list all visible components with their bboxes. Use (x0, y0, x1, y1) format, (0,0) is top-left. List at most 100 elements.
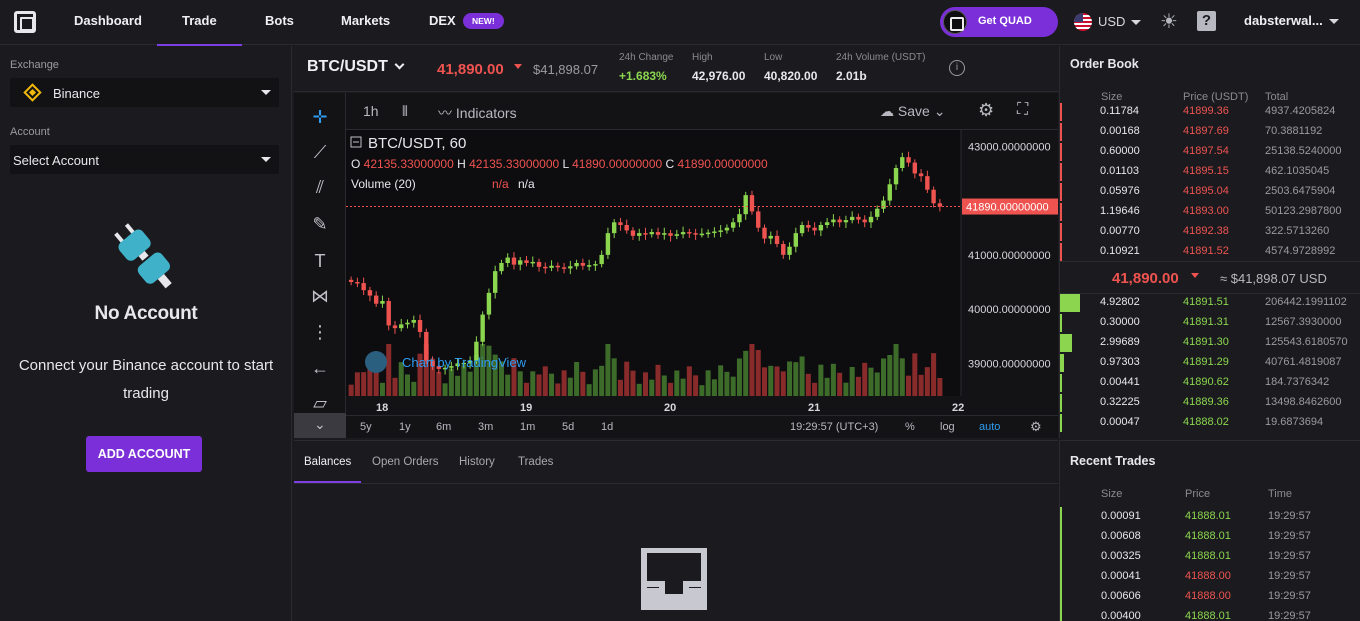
pitchfork-icon[interactable]: ⫽ (308, 175, 332, 199)
tab-trades[interactable]: Trades (518, 456, 553, 468)
depth-bar (1060, 163, 1062, 181)
tab-history[interactable]: History (459, 456, 495, 468)
row-price: 41893.00 (1183, 205, 1229, 217)
text-tool-icon[interactable]: T (308, 249, 332, 273)
volume-legend[interactable]: Volume (20) (351, 177, 416, 191)
volume-bar (386, 344, 392, 396)
ruler-icon[interactable]: ▱ (308, 391, 332, 415)
save-button[interactable]: ☁ Save ⌄ (880, 103, 945, 120)
pattern-icon[interactable]: ⋈ (308, 284, 332, 308)
chevron-down-icon: ⌄ (314, 416, 326, 432)
order-book-row[interactable]: 0.00168 41897.69 70.3881192 (1060, 122, 1360, 142)
crosshair-icon[interactable]: ✛ (308, 105, 332, 129)
measure-icon[interactable]: ⋮ (308, 320, 332, 344)
back-arrow-icon[interactable]: ← (308, 356, 332, 380)
theme-toggle-icon[interactable]: ☀ (1160, 12, 1178, 32)
pair-selector[interactable]: BTC/USDT (307, 58, 405, 76)
brush-icon[interactable]: ✎ (308, 212, 332, 236)
plug-icon (114, 223, 172, 289)
range-1y[interactable]: 1y (399, 421, 411, 433)
fullscreen-icon[interactable]: ⛶ (1017, 101, 1028, 119)
candle (580, 263, 586, 266)
get-quad-button[interactable]: Get QUAD (940, 7, 1058, 37)
order-book-row[interactable]: 0.32225 41889.36 13498.8462600 (1060, 393, 1360, 413)
volume-bar (480, 344, 486, 396)
volume-bar (530, 371, 536, 396)
row-total: 125543.6180570 (1265, 336, 1348, 348)
exchange-select[interactable]: Binance (10, 78, 279, 107)
auto-toggle[interactable]: auto (979, 421, 1000, 433)
user-menu[interactable]: dabsterwal... (1244, 13, 1339, 28)
nav-markets[interactable]: Markets (341, 13, 390, 28)
nav-dashboard[interactable]: Dashboard (74, 13, 142, 28)
range-5y[interactable]: 5y (360, 421, 372, 433)
candle (762, 227, 767, 239)
toolbar-collapse-button[interactable]: ⌄ (294, 413, 346, 438)
chevron-down-icon (261, 90, 271, 95)
order-book-row[interactable]: 0.30000 41891.31 12567.3930000 (1060, 313, 1360, 333)
depth-bar (1060, 294, 1080, 312)
order-book-row[interactable]: 0.00770 41892.38 322.5713260 (1060, 222, 1360, 242)
order-book-row[interactable]: 0.11784 41899.36 4937.4205824 (1060, 102, 1360, 122)
range-1m[interactable]: 1m (520, 421, 535, 433)
tab-open-orders[interactable]: Open Orders (372, 456, 438, 468)
quad-token-icon (943, 10, 967, 34)
nav-trade[interactable]: Trade (157, 13, 242, 46)
row-size: 2.99689 (1100, 336, 1140, 348)
info-icon[interactable]: i (949, 60, 965, 76)
order-book-row[interactable]: 4.92802 41891.51 206442.1991102 (1060, 293, 1360, 313)
price-chart[interactable]: 43000.00000000 41000.00000000 40000.000000… (346, 130, 1058, 438)
candle (417, 320, 423, 332)
order-book-row[interactable]: 0.10921 41891.52 4574.9728992 (1060, 242, 1360, 262)
help-icon[interactable]: ? (1197, 11, 1216, 31)
candle (637, 233, 642, 236)
currency-label: USD (1098, 14, 1126, 29)
range-3m[interactable]: 3m (478, 421, 493, 433)
legend-title[interactable]: BTC/USDT, 60 (368, 135, 466, 152)
candle (543, 266, 548, 269)
nav-dex[interactable]: DEX (429, 13, 456, 28)
row-size: 0.00441 (1100, 376, 1140, 388)
us-flag-icon[interactable] (1074, 13, 1092, 31)
candle (906, 157, 911, 163)
order-book-row[interactable]: 0.00441 41890.62 184.7376342 (1060, 373, 1360, 393)
last-price-usd: $41,898.07 (533, 62, 599, 77)
candle (718, 230, 723, 232)
nav-bots[interactable]: Bots (265, 13, 294, 28)
rt-header-size: Size (1101, 488, 1123, 500)
tab-balances[interactable]: Balances (293, 456, 362, 483)
interval-selector[interactable]: 1h (363, 103, 379, 119)
currency-selector[interactable]: USD (1098, 14, 1142, 29)
add-account-button[interactable]: ADD ACCOUNT (86, 436, 202, 472)
trend-line-icon[interactable]: ⟋ (308, 140, 332, 164)
order-book-row[interactable]: 0.00047 41888.02 19.6873694 (1060, 413, 1360, 433)
candle-style-icon[interactable]: ⫴ (402, 103, 408, 120)
log-toggle[interactable]: log (940, 421, 955, 433)
account-select[interactable]: Select Account (10, 145, 279, 174)
volume-bar (605, 344, 611, 396)
chart-settings-gear-icon[interactable]: ⚙ (1030, 419, 1042, 435)
volume-bar (899, 358, 905, 396)
order-book-row[interactable]: 1.19646 41893.00 50123.2987800 (1060, 202, 1360, 222)
order-book-row[interactable]: 0.01103 41895.15 462.1035045 (1060, 162, 1360, 182)
volume-bar (824, 377, 830, 396)
range-5d[interactable]: 5d (562, 421, 574, 433)
order-book-row[interactable]: 0.60000 41897.54 25138.5240000 (1060, 142, 1360, 162)
chart-clock[interactable]: 19:29:57 (UTC+3) (790, 421, 878, 433)
percent-toggle[interactable]: % (905, 421, 915, 433)
volume-bar (354, 372, 360, 396)
candle (925, 176, 930, 190)
quadency-logo-icon[interactable] (14, 11, 36, 33)
order-book-row[interactable]: 0.05976 41895.04 2503.6475904 (1060, 182, 1360, 202)
row-total: 19.6873694 (1265, 416, 1324, 428)
settings-gear-icon[interactable]: ⚙ (978, 100, 994, 121)
indicators-button[interactable]: 〰 Indicators (438, 103, 517, 123)
order-book-row[interactable]: 0.97303 41891.29 40761.4819087 (1060, 353, 1360, 373)
spread-row: 41,890.00 ≈ $41,898.07 USD (1060, 261, 1360, 294)
watermark[interactable]: Chart by TradingView (402, 355, 527, 370)
row-total: 2503.6475904 (1265, 185, 1336, 197)
range-1d[interactable]: 1d (601, 421, 613, 433)
stat-label: 24h Volume (USDT) (836, 52, 926, 63)
order-book-row[interactable]: 2.99689 41891.30 125543.6180570 (1060, 333, 1360, 353)
range-6m[interactable]: 6m (436, 421, 451, 433)
